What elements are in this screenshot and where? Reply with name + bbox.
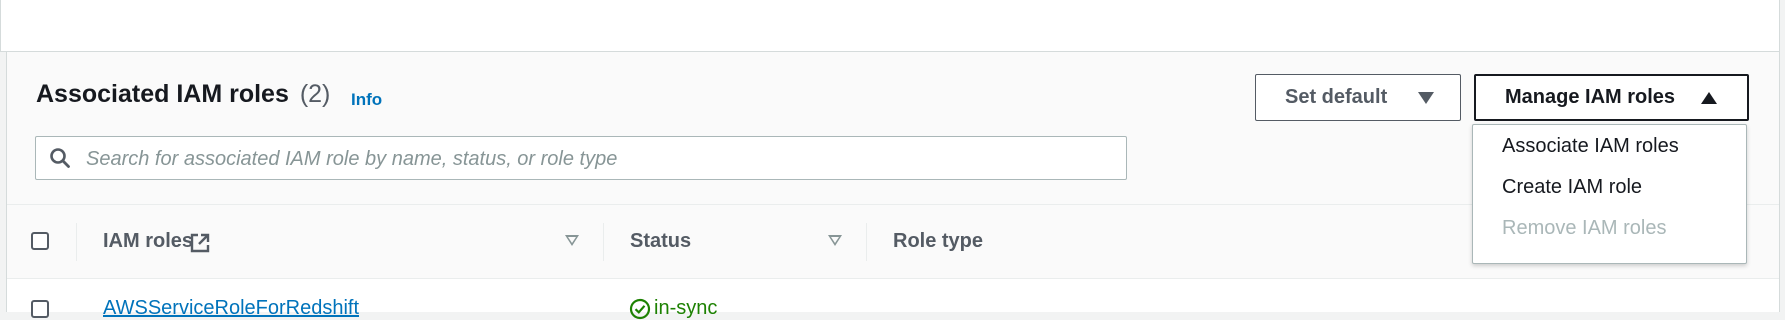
set-default-button[interactable]: Set default bbox=[1255, 74, 1461, 121]
manage-iam-roles-menu: Associate IAM roles Create IAM role Remo… bbox=[1472, 124, 1747, 264]
table-row: AWSServiceRoleForRedshift in-sync bbox=[7, 279, 1779, 319]
status-cell: in-sync bbox=[629, 297, 717, 320]
column-divider bbox=[603, 223, 604, 261]
column-divider bbox=[866, 223, 867, 261]
column-header-status[interactable]: Status bbox=[630, 230, 691, 253]
search-field[interactable] bbox=[35, 136, 1127, 181]
menu-item-create-iam-role[interactable]: Create IAM role bbox=[1473, 166, 1746, 208]
menu-item-associate-iam-roles[interactable]: Associate IAM roles bbox=[1473, 125, 1746, 167]
row-checkbox[interactable] bbox=[31, 300, 49, 318]
search-input[interactable] bbox=[84, 137, 1118, 181]
caret-up-icon bbox=[1701, 92, 1717, 104]
info-link[interactable]: Info bbox=[351, 90, 382, 110]
sort-status-icon[interactable] bbox=[828, 235, 842, 246]
search-icon bbox=[50, 148, 70, 168]
manage-iam-roles-label: Manage IAM roles bbox=[1505, 86, 1676, 108]
previous-section-edge bbox=[0, 0, 1780, 52]
set-default-label: Set default bbox=[1285, 86, 1388, 108]
role-name-link[interactable]: AWSServiceRoleForRedshift bbox=[103, 297, 359, 320]
external-link-icon[interactable] bbox=[189, 232, 211, 254]
sort-iam-roles-icon[interactable] bbox=[565, 235, 579, 246]
select-all-checkbox[interactable] bbox=[31, 232, 49, 250]
status-text: in-sync bbox=[654, 297, 718, 319]
panel-title-text: Associated IAM roles bbox=[36, 80, 289, 108]
column-header-iam-roles[interactable]: IAM roles bbox=[103, 230, 193, 253]
caret-down-icon bbox=[1418, 92, 1434, 104]
manage-iam-roles-button[interactable]: Manage IAM roles bbox=[1474, 74, 1749, 121]
role-count: (2) bbox=[299, 80, 331, 108]
column-divider bbox=[76, 223, 77, 261]
panel-title: Associated IAM roles (2) bbox=[36, 80, 330, 109]
menu-item-remove-iam-roles: Remove IAM roles bbox=[1502, 217, 1667, 239]
check-circle-icon bbox=[629, 298, 651, 319]
column-header-role-type[interactable]: Role type bbox=[893, 230, 983, 253]
